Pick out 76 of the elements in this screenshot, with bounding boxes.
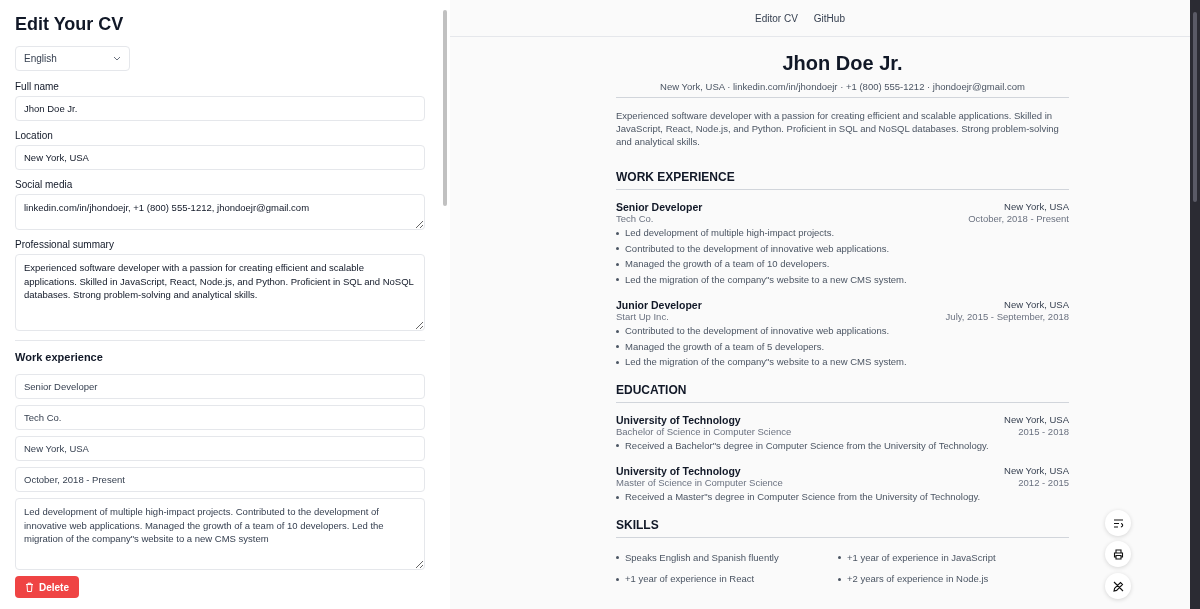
bullet-icon: [616, 444, 619, 448]
bullet-icon: [616, 577, 619, 581]
section-heading: Work experience: [15, 351, 104, 363]
bullet-icon: [616, 329, 619, 333]
field-label: Location: [15, 130, 54, 141]
bullet-icon: [616, 262, 619, 266]
bullet-text: Led the migration of the company"s website to a new CMS system.: [625, 356, 907, 369]
text-input[interactable]: Tech Co.: [15, 405, 425, 430]
bullet-text: Received a Master"s degree in Computer Science from the University of Technology.: [625, 491, 981, 504]
field-label: Social media: [15, 179, 74, 190]
entry-subtitle: Master of Science in Computer Science: [616, 477, 783, 488]
bullet-text: Received a Bachelor"s degree in Computer Science from the University of Technology.: [625, 439, 989, 452]
bullet-icon: [616, 247, 619, 251]
entry-location: New York, USA: [1004, 299, 1069, 311]
page-title: Edit Your CV: [15, 14, 125, 35]
section-heading: WORK EXPERIENCE: [616, 170, 1069, 190]
bullet-icon: [616, 231, 619, 235]
print-button[interactable]: [1105, 541, 1131, 567]
section-heading: SKILLS: [616, 517, 1069, 538]
text-area[interactable]: linkedin.com/in/jhondoejr, +1 (800) 555-1212, jhondoejr@gmail.com: [15, 194, 425, 230]
list-icon: [1112, 518, 1124, 528]
bullet-icon: [616, 556, 619, 560]
entry-title: Senior Developer: [616, 201, 703, 213]
entry-location: New York, USA: [1004, 201, 1069, 213]
text-input[interactable]: Jhon Doe Jr.: [15, 96, 425, 121]
section-heading: EDUCATION: [616, 382, 1069, 403]
text-area[interactable]: Led development of multiple high-impact projects. Contributed to the development of innovative web applications. Managed the growth of a team of 10 developers. Led the migration of the company"s website to a new CMS system: [15, 498, 425, 570]
language-select[interactable]: English: [15, 46, 130, 71]
skill-text: +2 years of experience in Node.js: [847, 573, 989, 586]
entry-location: New York, USA: [1004, 413, 1069, 426]
bullet-text: Managed the growth of a team of 10 developers.: [625, 258, 830, 271]
text-input[interactable]: New York, USA: [15, 436, 425, 461]
contact-line: New York, USA · linkedin.com/in/jhondoejr · +1 (800) 555-1212 · jhondoejr@gmail.com: [616, 81, 1069, 98]
skill-text: +1 year of experience in React: [625, 573, 755, 586]
summary-text: Experienced software developer with a passion for creating efficient and scalable applications. Skilled in JavaScript, React, Node.js, and Python. Proficient in SQL and NoSQL databases. Strong problem-solving and analytical skills.: [616, 109, 1060, 148]
entry-title: University of Technology: [616, 413, 741, 426]
text-input[interactable]: October, 2018 - Present: [15, 467, 425, 492]
entry-dates: 2015 - 2018: [1018, 425, 1069, 437]
text-input[interactable]: Senior Developer: [15, 374, 425, 399]
bullet-icon: [616, 345, 619, 349]
cv-name: Jhon Doe Jr.: [781, 52, 904, 75]
nav-link[interactable]: Editor CV: [755, 12, 798, 24]
printer-icon: [1112, 548, 1124, 560]
skill-text: +1 year of experience in JavaScript: [847, 551, 996, 564]
text-input[interactable]: New York, USA: [15, 145, 425, 170]
entry-location: New York, USA: [1004, 465, 1069, 477]
trash-icon: [25, 582, 34, 592]
bullet-text: Led development of multiple high-impact projects.: [625, 227, 835, 240]
entry-dates: July, 2015 - September, 2018: [945, 311, 1069, 322]
scrollbar[interactable]: [1190, 0, 1200, 609]
entry-subtitle: Bachelor of Science in Computer Science: [616, 425, 792, 437]
field-label: Full name: [15, 81, 60, 92]
bullet-text: Contributed to the development of innovative web applications.: [625, 242, 890, 255]
entry-subtitle: Tech Co.: [616, 213, 654, 224]
list-button[interactable]: [1105, 510, 1131, 536]
entry-dates: 2012 - 2015: [1018, 477, 1069, 488]
edit-off-button[interactable]: [1105, 573, 1131, 599]
entry-title: University of Technology: [616, 465, 741, 477]
entry-title: Junior Developer: [616, 299, 702, 311]
bullet-text: Contributed to the development of innovative web applications.: [625, 325, 890, 338]
bullet-icon: [838, 577, 841, 581]
nav-link[interactable]: GitHub: [813, 12, 845, 24]
entry-subtitle: Start Up Inc.: [616, 311, 669, 322]
pencil-off-icon: [1112, 580, 1124, 592]
bullet-text: Managed the growth of a team of 5 developers.: [625, 340, 825, 353]
text-area[interactable]: Experienced software developer with a passion for creating efficient and scalable applications. Skilled in JavaScript, React, Node.js, and Python. Proficient in SQL and NoSQL databases. Strong problem-solving and analytical skills.: [15, 254, 425, 331]
bullet-icon: [838, 556, 841, 560]
entry-dates: October, 2018 - Present: [968, 213, 1069, 224]
field-label: Professional summary: [15, 239, 115, 250]
skill-text: Speaks English and Spanish fluently: [625, 551, 779, 564]
bullet-icon: [616, 360, 619, 364]
bullet-icon: [616, 278, 619, 282]
chevron-down-icon: [113, 56, 121, 61]
bullet-text: Led the migration of the company"s website to a new CMS system.: [625, 273, 907, 286]
delete-button[interactable]: Delete: [15, 576, 79, 598]
bullet-icon: [616, 495, 619, 499]
